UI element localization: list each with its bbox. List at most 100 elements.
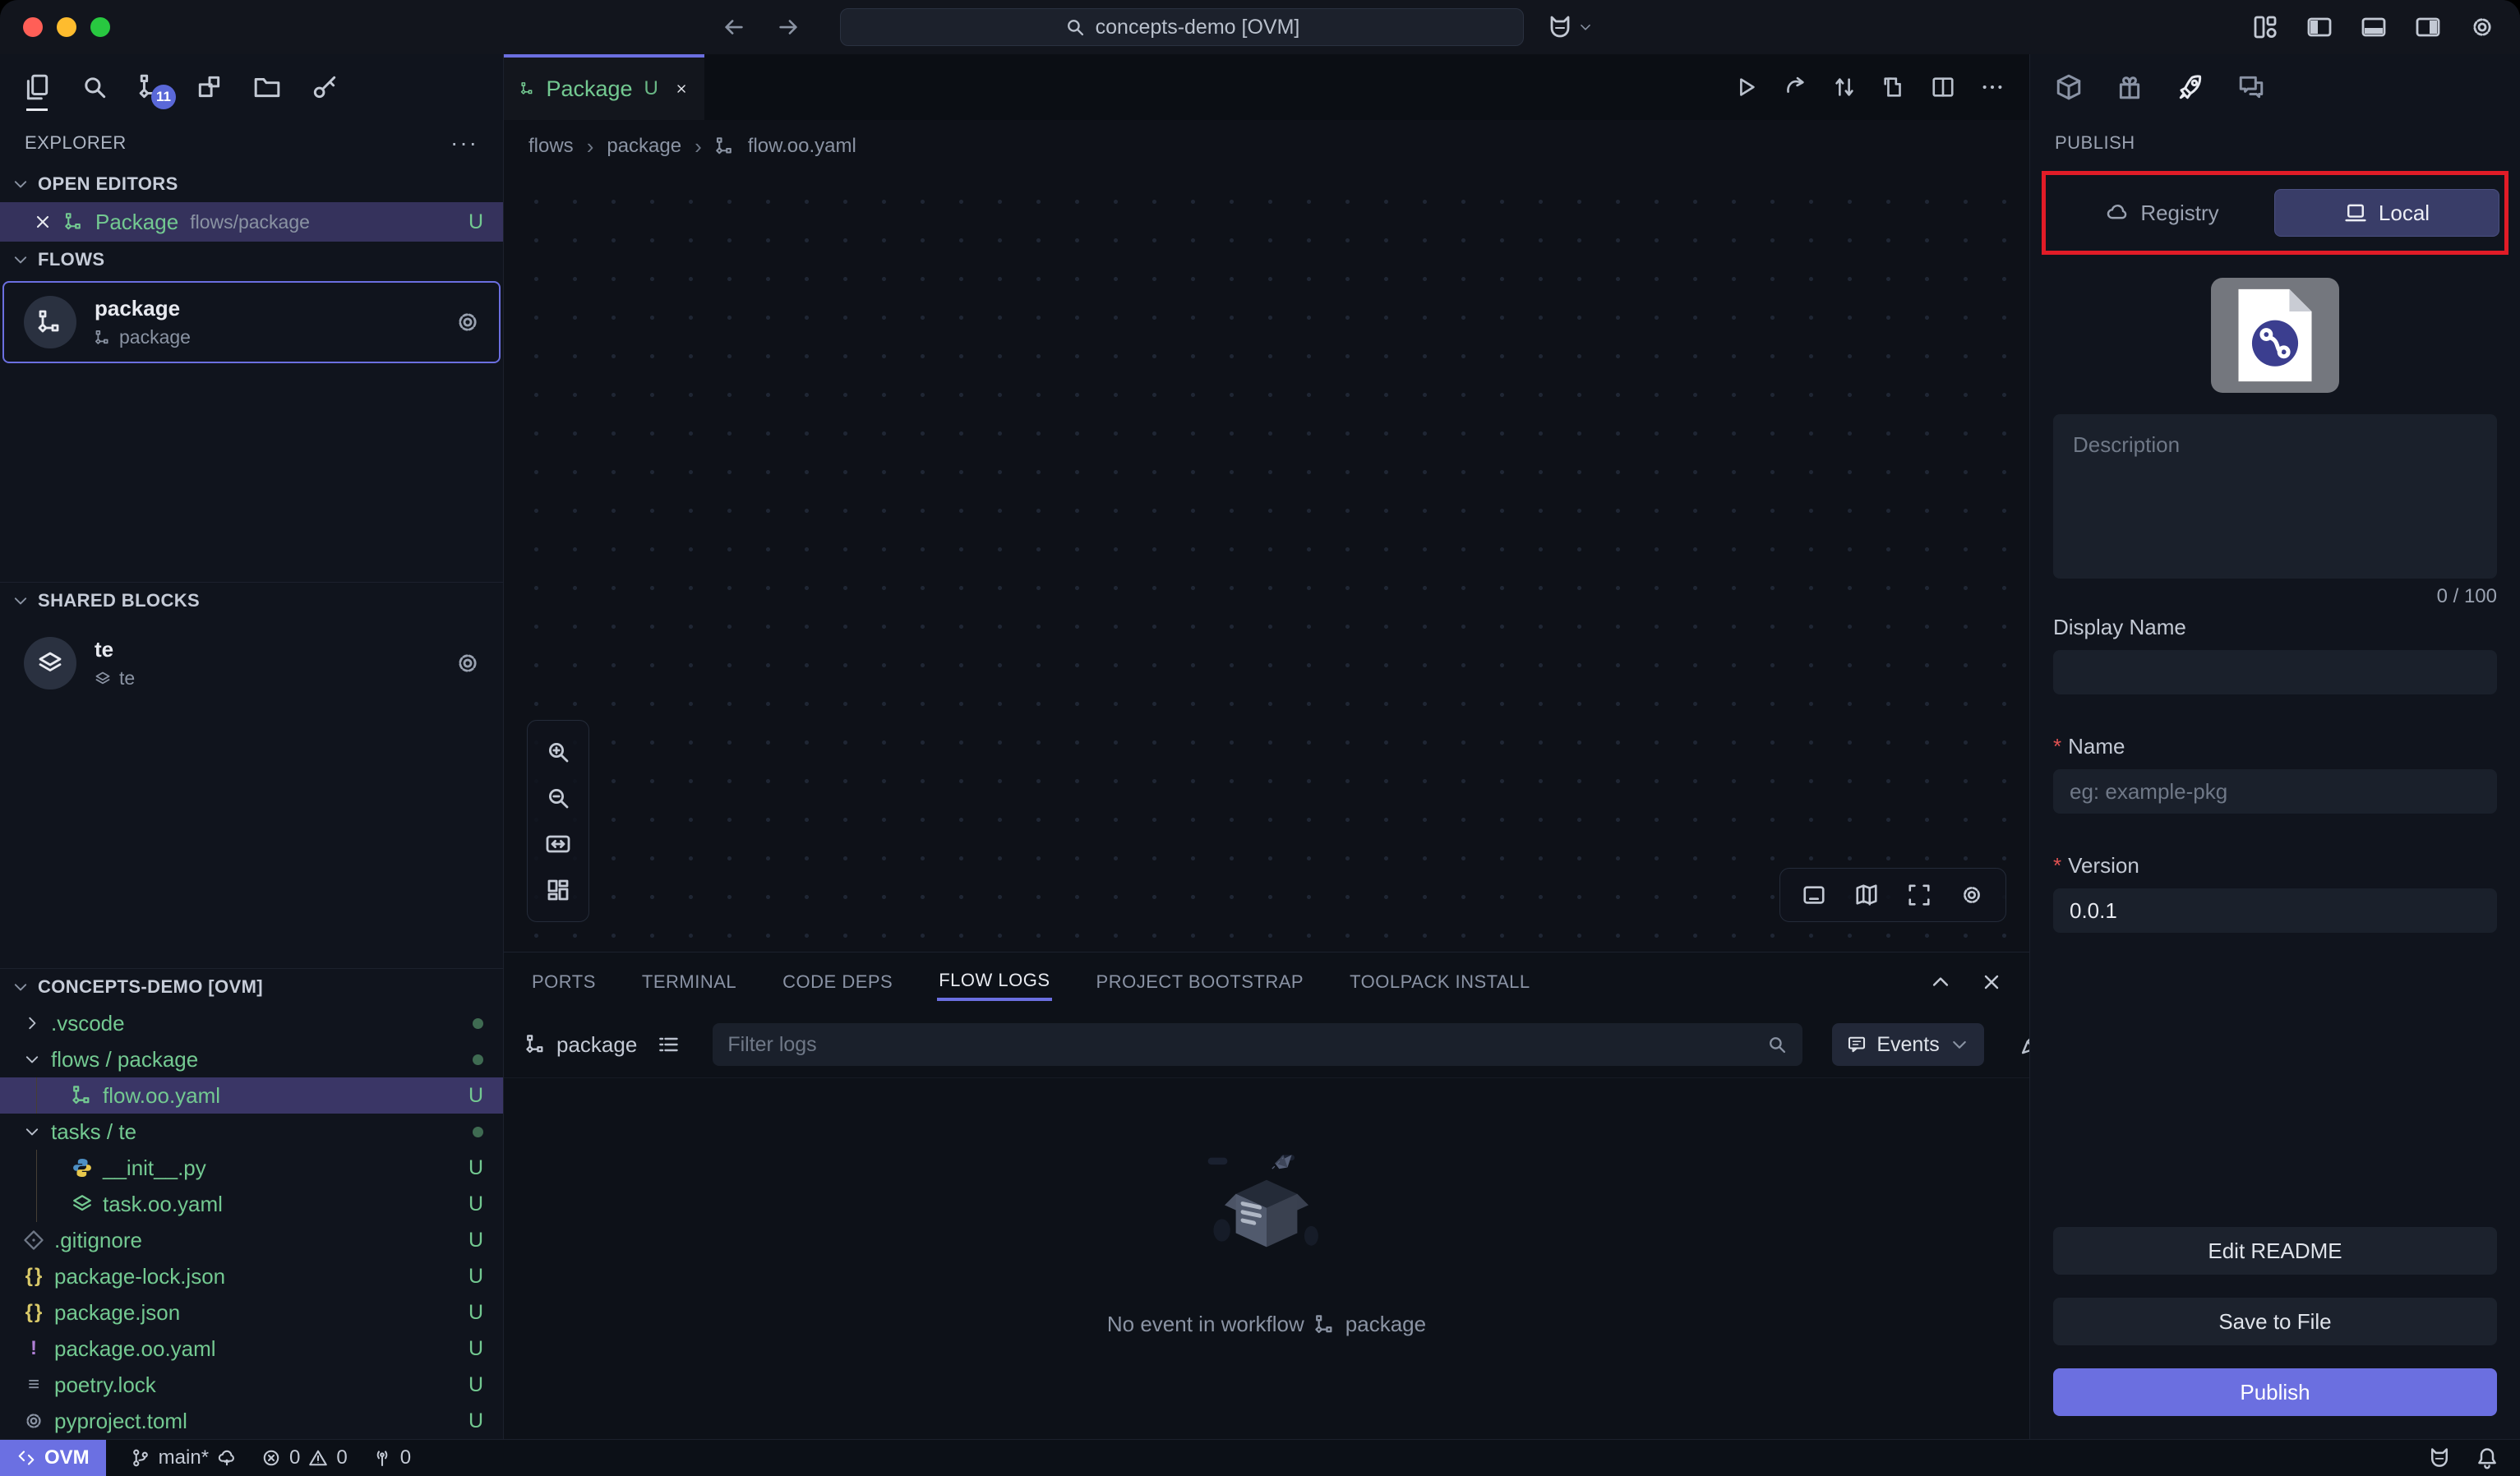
toggle-panel-icon[interactable] bbox=[2361, 14, 2387, 40]
events-dropdown[interactable]: Events bbox=[1832, 1023, 1983, 1066]
secrets-activity-button[interactable] bbox=[311, 73, 339, 101]
tab-code-deps[interactable]: CODE DEPS bbox=[781, 965, 894, 999]
close-panel-icon[interactable] bbox=[1980, 971, 2003, 994]
workflow-selector[interactable]: package bbox=[525, 1032, 637, 1058]
tree-item-poetry-lock[interactable]: ≡ poetry.lock U bbox=[0, 1367, 503, 1403]
canvas-settings-icon[interactable] bbox=[1959, 883, 1984, 907]
export-file-icon[interactable] bbox=[1881, 75, 1906, 99]
log-list-toggle[interactable] bbox=[657, 1033, 680, 1056]
publish-rocket-icon[interactable] bbox=[2176, 73, 2204, 101]
sync-icon[interactable] bbox=[1832, 75, 1857, 99]
filter-logs-input[interactable]: Filter logs bbox=[713, 1023, 1802, 1066]
toggle-panel-icon[interactable] bbox=[1802, 883, 1826, 907]
package-icon-thumbnail[interactable] bbox=[2211, 278, 2339, 393]
publish-button[interactable]: Publish bbox=[2053, 1368, 2497, 1416]
zoom-in-icon[interactable] bbox=[545, 739, 571, 765]
git-branch-status[interactable]: main* bbox=[131, 1446, 237, 1469]
breadcrumb-package[interactable]: package bbox=[607, 135, 681, 158]
shared-block-card-te[interactable]: te te bbox=[2, 622, 501, 704]
toggle-secondary-sidebar-icon[interactable] bbox=[2415, 14, 2441, 40]
local-toggle-option[interactable]: Local bbox=[2274, 189, 2499, 237]
breadcrumb-file[interactable]: flow.oo.yaml bbox=[748, 135, 856, 158]
tab-project-bootstrap[interactable]: PROJECT BOOTSTRAP bbox=[1095, 965, 1306, 999]
canvas-zoom-toolbar bbox=[527, 720, 589, 922]
history-forward-icon[interactable] bbox=[776, 15, 801, 39]
chat-icon[interactable] bbox=[2237, 73, 2265, 101]
explorer-more-button[interactable]: ··· bbox=[450, 130, 478, 156]
history-back-icon[interactable] bbox=[722, 15, 746, 39]
version-input[interactable] bbox=[2053, 888, 2497, 933]
tree-item-vscode[interactable]: .vscode bbox=[0, 1005, 503, 1041]
tab-ports[interactable]: PORTS bbox=[530, 965, 598, 999]
tree-item-gitignore[interactable]: .gitignore U bbox=[0, 1222, 503, 1258]
search-icon bbox=[1766, 1034, 1788, 1055]
breadcrumb-flows[interactable]: flows bbox=[528, 135, 574, 158]
display-name-input[interactable] bbox=[2053, 650, 2497, 694]
tab-toolpack-install[interactable]: TOOLPACK INSTALL bbox=[1348, 965, 1532, 999]
open-editor-item[interactable]: Package flows/package U bbox=[0, 202, 503, 242]
key-icon bbox=[311, 73, 339, 101]
split-editor-icon[interactable] bbox=[1931, 75, 1955, 99]
tree-item-pyproject-toml[interactable]: pyproject.toml U bbox=[0, 1403, 503, 1439]
block-settings-button[interactable] bbox=[455, 650, 481, 676]
more-actions-icon[interactable] bbox=[1980, 75, 2005, 99]
explorer-activity-button[interactable] bbox=[23, 73, 51, 101]
package-box-icon[interactable] bbox=[2055, 73, 2083, 101]
toggle-sidebar-icon[interactable] bbox=[2306, 14, 2333, 40]
notifications-bell-icon[interactable] bbox=[2476, 1446, 2499, 1469]
close-icon[interactable] bbox=[33, 212, 53, 232]
tree-item-init-py[interactable]: __init__.py U bbox=[0, 1150, 503, 1186]
tab-terminal[interactable]: TERMINAL bbox=[640, 965, 738, 999]
search-activity-button[interactable] bbox=[81, 73, 108, 101]
customize-layout-icon[interactable] bbox=[2252, 14, 2278, 40]
tree-item-package-oo-yaml[interactable]: ! package.oo.yaml U bbox=[0, 1331, 503, 1367]
tab-flow-logs[interactable]: FLOW LOGS bbox=[937, 963, 1051, 1001]
settings-gear-icon[interactable] bbox=[2469, 14, 2495, 40]
minimap-icon[interactable] bbox=[1854, 883, 1879, 907]
shared-blocks-header[interactable]: SHARED BLOCKS bbox=[0, 583, 503, 619]
maximize-panel-icon[interactable] bbox=[1929, 971, 1952, 994]
project-tree-header[interactable]: CONCEPTS-DEMO [OVM] bbox=[0, 969, 503, 1005]
tree-item-package-json[interactable]: { } package.json U bbox=[0, 1294, 503, 1331]
tree-item-tasks-te[interactable]: tasks / te bbox=[0, 1114, 503, 1150]
fit-width-icon[interactable] bbox=[545, 831, 571, 857]
ports-status[interactable]: 0 bbox=[372, 1446, 411, 1469]
assistant-menu[interactable] bbox=[1547, 14, 1593, 40]
folder-activity-button[interactable] bbox=[253, 73, 281, 101]
zoom-out-icon[interactable] bbox=[545, 785, 571, 811]
tree-item-flow-oo-yaml[interactable]: flow.oo.yaml U bbox=[0, 1077, 503, 1114]
tree-item-package-lock-json[interactable]: { } package-lock.json U bbox=[0, 1258, 503, 1294]
cat-icon[interactable] bbox=[2428, 1446, 2451, 1469]
rerun-icon[interactable] bbox=[1783, 75, 1807, 99]
flows-activity-button[interactable]: 11 bbox=[138, 73, 166, 101]
flow-card-package[interactable]: package package bbox=[2, 281, 501, 363]
auto-layout-icon[interactable] bbox=[545, 877, 571, 903]
open-editors-header[interactable]: OPEN EDITORS bbox=[0, 166, 503, 202]
command-center-search[interactable]: concepts-demo [OVM] bbox=[840, 8, 1524, 46]
block-avatar bbox=[24, 637, 76, 690]
flow-canvas[interactable] bbox=[504, 173, 2029, 952]
gift-icon[interactable] bbox=[2116, 73, 2144, 101]
edit-readme-button[interactable]: Edit README bbox=[2053, 1227, 2497, 1275]
search-icon bbox=[1064, 16, 1086, 38]
close-tab-icon[interactable] bbox=[675, 79, 688, 99]
flows-header[interactable]: FLOWS bbox=[0, 242, 503, 278]
blocks-activity-button[interactable] bbox=[196, 73, 224, 101]
remote-indicator[interactable]: OVM bbox=[0, 1440, 106, 1476]
untracked-badge: U bbox=[468, 1301, 483, 1325]
bottom-panel: PORTS TERMINAL CODE DEPS FLOW LOGS PROJE… bbox=[504, 952, 2029, 1439]
close-window-button[interactable] bbox=[23, 17, 43, 37]
registry-toggle-option[interactable]: Registry bbox=[2051, 190, 2274, 236]
maximize-window-button[interactable] bbox=[90, 17, 110, 37]
problems-status[interactable]: 0 0 bbox=[261, 1446, 348, 1469]
name-input[interactable] bbox=[2053, 769, 2497, 814]
run-flow-icon[interactable] bbox=[1733, 75, 1758, 99]
description-textarea[interactable] bbox=[2053, 414, 2497, 579]
fullscreen-icon[interactable] bbox=[1907, 883, 1932, 907]
tab-package[interactable]: Package U bbox=[504, 54, 704, 120]
save-to-file-button[interactable]: Save to File bbox=[2053, 1298, 2497, 1345]
minimize-window-button[interactable] bbox=[57, 17, 76, 37]
tree-item-flows-package[interactable]: flows / package bbox=[0, 1041, 503, 1077]
tree-item-task-oo-yaml[interactable]: task.oo.yaml U bbox=[0, 1186, 503, 1222]
flow-settings-button[interactable] bbox=[455, 309, 481, 335]
